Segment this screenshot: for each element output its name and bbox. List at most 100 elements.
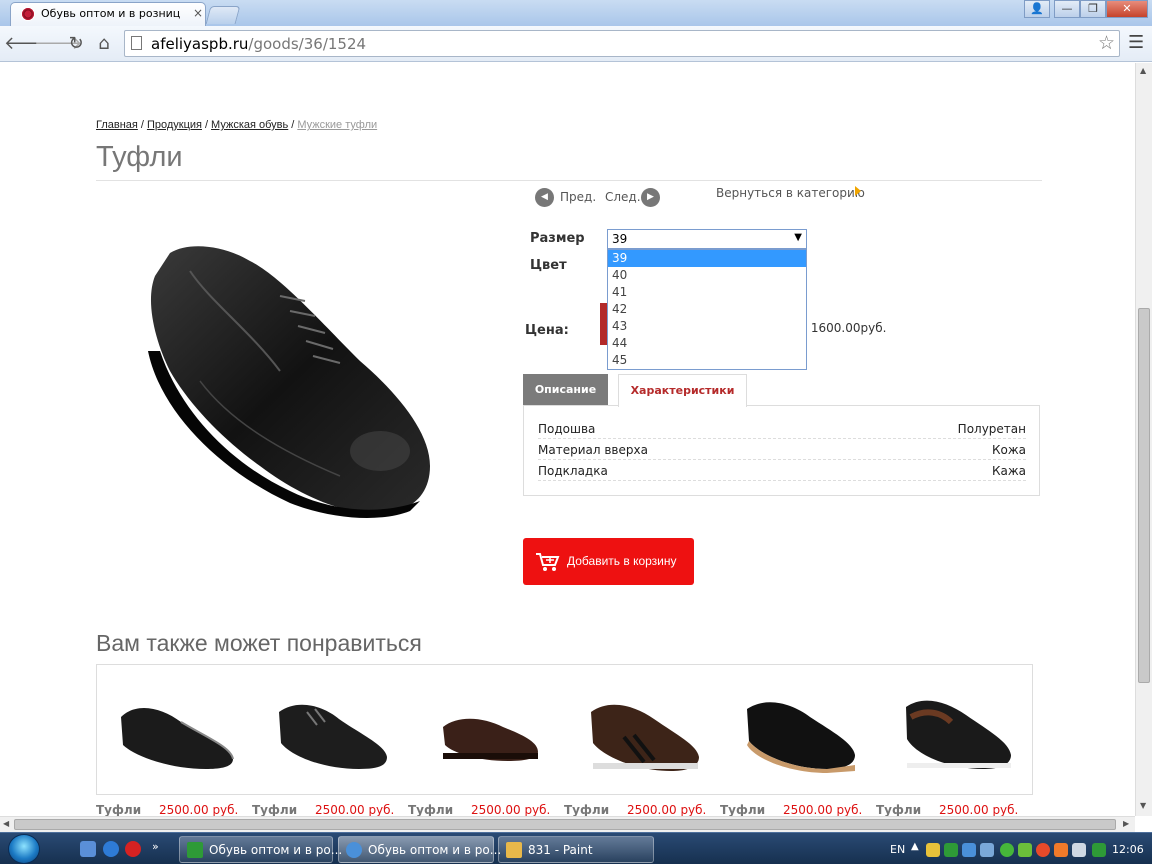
tray-app-icon[interactable]: [1054, 843, 1068, 857]
characteristic-row: Материал вверха Кожа: [538, 439, 1026, 460]
taskbar-clock[interactable]: 12:06: [1112, 843, 1144, 856]
page-icon: [131, 36, 142, 50]
tray-app-icon[interactable]: [1072, 843, 1086, 857]
characteristic-row: Подкладка Кажа: [538, 460, 1026, 481]
recommended-product-name[interactable]: Туфли: [96, 803, 141, 816]
tray-volume-icon[interactable]: [1092, 843, 1106, 857]
characteristics-panel: Подошва Полуретан Материал вверха Кожа П…: [523, 405, 1040, 496]
breadcrumb-mens-shoes[interactable]: Мужская обувь: [211, 119, 288, 131]
scroll-left-icon[interactable]: ◀: [3, 819, 9, 828]
maximize-button[interactable]: ❐: [1080, 0, 1106, 18]
back-arrow-icon[interactable]: [855, 186, 861, 196]
recommended-product-name[interactable]: Туфли: [564, 803, 609, 816]
size-dropdown-list: 39 40 41 42 43 44 45: [607, 249, 807, 370]
profile-button[interactable]: 👤: [1024, 0, 1050, 18]
next-arrow-icon[interactable]: ▶: [641, 188, 660, 207]
language-indicator[interactable]: EN: [890, 843, 905, 856]
taskbar-item[interactable]: Обувь оптом и в ро...: [179, 836, 342, 863]
taskbar-item[interactable]: 831 - Paint: [498, 836, 654, 863]
scroll-up-icon[interactable]: ▲: [1140, 66, 1146, 75]
tab-close-icon[interactable]: ×: [193, 6, 203, 20]
recommended-product-image[interactable]: [111, 687, 241, 777]
dropdown-arrow-icon[interactable]: ▼: [794, 232, 802, 243]
browser-menu-icon[interactable]: ☰: [1128, 32, 1144, 53]
recommended-product-name[interactable]: Туфли: [720, 803, 765, 816]
size-option[interactable]: 43: [608, 318, 806, 335]
breadcrumb-home[interactable]: Главная: [96, 119, 138, 131]
tray-network-icon[interactable]: [962, 843, 976, 857]
tray-app-icon[interactable]: [1018, 843, 1032, 857]
characteristic-row: Подошва Полуретан: [538, 418, 1026, 439]
size-option[interactable]: 44: [608, 335, 806, 352]
recommended-product-name[interactable]: Туфли: [876, 803, 921, 816]
task-label: 831 - Paint: [528, 843, 593, 857]
close-window-button[interactable]: ✕: [1106, 0, 1148, 18]
size-select[interactable]: 39 ▼: [607, 229, 807, 249]
recommended-product-image[interactable]: [735, 687, 865, 777]
next-product-link[interactable]: След.: [605, 190, 641, 204]
reload-icon[interactable]: ↻: [64, 32, 88, 56]
tray-expand-icon[interactable]: ▲: [911, 841, 919, 852]
minimize-button[interactable]: —: [1054, 0, 1080, 18]
url-host: afeliyaspb.ru: [151, 35, 249, 53]
quicklaunch-explorer-icon[interactable]: [80, 841, 96, 857]
prev-arrow-icon[interactable]: ◀: [535, 188, 554, 207]
recommended-product-image[interactable]: [891, 687, 1021, 777]
vertical-scrollbar[interactable]: ▲ ▼: [1135, 63, 1152, 816]
recommendations-title: Вам также может понравиться: [96, 630, 422, 656]
tab-description[interactable]: Описание: [523, 374, 608, 405]
tab-characteristics[interactable]: Характеристики: [618, 374, 747, 407]
forward-arrow-icon[interactable]: 🡒: [34, 32, 82, 56]
tray-torrent-icon[interactable]: [1000, 843, 1014, 857]
task-label: Обувь оптом и в ро...: [368, 843, 502, 857]
size-option[interactable]: 39: [608, 250, 806, 267]
breadcrumb: Главная / Продукция / Мужская обувь / Мужские …: [96, 119, 377, 131]
start-button[interactable]: [8, 834, 40, 864]
home-icon[interactable]: ⌂: [92, 32, 116, 56]
product-image: [148, 246, 430, 518]
page-title: Туфли: [96, 141, 183, 173]
horizontal-scroll-thumb[interactable]: [14, 819, 1116, 830]
task-label: Обувь оптом и в ро...: [209, 843, 343, 857]
recommended-product-image[interactable]: [423, 687, 553, 777]
scroll-right-icon[interactable]: ▶: [1123, 819, 1129, 828]
recommended-product-name[interactable]: Туфли: [408, 803, 453, 816]
taskbar-item-active[interactable]: Обувь оптом и в ро...: [338, 836, 501, 863]
breadcrumb-products[interactable]: Продукция: [147, 119, 202, 131]
browser-toolbar: 🡐 🡒 ↻ ⌂ afeliyaspb.ru/goods/36/1524 ☆ ☰: [0, 26, 1152, 62]
size-option[interactable]: 40: [608, 267, 806, 284]
size-option[interactable]: 45: [608, 352, 806, 369]
prev-product-link[interactable]: Пред.: [560, 190, 596, 204]
horizontal-scrollbar[interactable]: ◀ ▶: [0, 816, 1135, 832]
size-option[interactable]: 42: [608, 301, 806, 318]
page-viewport: Главная / Продукция / Мужская обувь / Мужские …: [0, 63, 1135, 816]
quicklaunch-more-icon[interactable]: »: [152, 840, 159, 853]
breadcrumb-current[interactable]: Мужские туфли: [297, 119, 377, 131]
browser-tab-active[interactable]: Обувь оптом и в розниц ×: [10, 2, 206, 26]
vertical-scroll-thumb[interactable]: [1138, 308, 1150, 683]
recommendations-carousel: [96, 664, 1033, 795]
tray-alert-icon[interactable]: [1036, 843, 1050, 857]
tray-app-icon[interactable]: [980, 843, 994, 857]
recommended-product-image[interactable]: [579, 687, 709, 777]
characteristic-key: Материал вверха: [538, 443, 648, 457]
back-to-category-link[interactable]: Вернуться в категорию: [716, 186, 865, 200]
add-to-cart-button[interactable]: Добавить в корзину: [523, 538, 694, 585]
new-tab-button[interactable]: [205, 6, 241, 24]
size-option[interactable]: 41: [608, 284, 806, 301]
tray-app-icon[interactable]: [926, 843, 940, 857]
bookmark-star-icon[interactable]: ☆: [1098, 32, 1115, 54]
recommended-product-name[interactable]: Туфли: [252, 803, 297, 816]
url-path: /goods/36/1524: [248, 35, 367, 53]
quicklaunch-ie-icon[interactable]: [103, 841, 119, 857]
recommended-product-image[interactable]: [267, 687, 397, 777]
quicklaunch-opera-icon[interactable]: [125, 841, 141, 857]
task-app-icon: [346, 842, 362, 858]
address-url[interactable]: afeliyaspb.ru/goods/36/1524: [151, 35, 366, 53]
back-arrow-icon[interactable]: 🡐: [4, 32, 52, 56]
breadcrumb-separator: /: [291, 119, 295, 131]
tray-app-icon[interactable]: [944, 843, 958, 857]
address-bar[interactable]: afeliyaspb.ru/goods/36/1524 ☆: [124, 30, 1120, 57]
scroll-down-icon[interactable]: ▼: [1140, 801, 1146, 810]
browser-tab-strip: Обувь оптом и в розниц × 👤 — ❐ ✕: [0, 0, 1152, 26]
